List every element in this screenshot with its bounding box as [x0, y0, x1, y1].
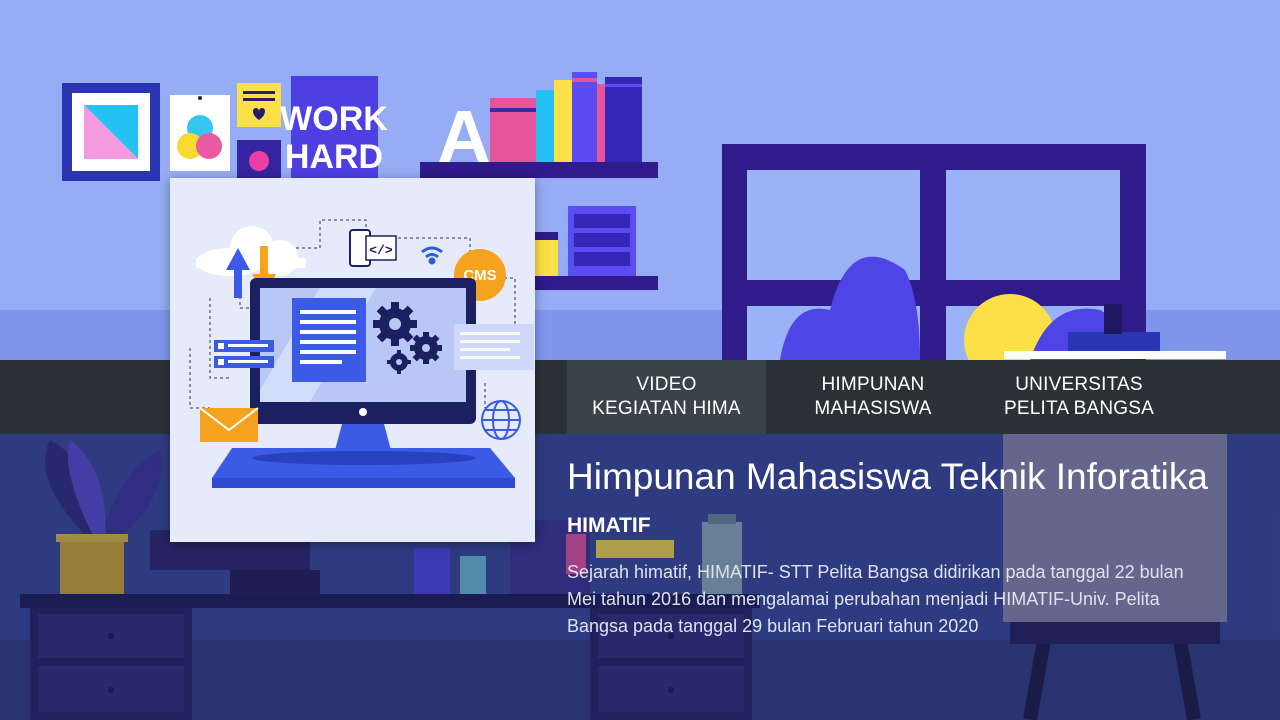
code-icon: </>	[349, 229, 397, 267]
hero-thumbnail: </> CMS	[170, 178, 535, 542]
nav-universitas-pelita-bangsa[interactable]: UNIVERSITAS PELITA BANGSA	[978, 360, 1180, 434]
svg-text:</>: </>	[369, 243, 393, 258]
dot-note	[237, 140, 281, 180]
page-description: Sejarah himatif, HIMATIF- STT Pelita Ban…	[567, 562, 1184, 636]
page-title: Himpunan Mahasiswa Teknik Inforatika	[567, 456, 1208, 497]
work-hard-line2: HARD	[285, 138, 383, 176]
framed-poster	[62, 83, 160, 181]
nav-video-kegiatan-hima[interactable]: VIDEO KEGIATAN HIMA	[567, 360, 766, 434]
color-card	[170, 95, 230, 171]
page-subtitle: HIMATIF	[567, 514, 651, 537]
info-panel	[454, 324, 534, 370]
heart-note	[237, 83, 281, 127]
envelope-icon	[199, 407, 259, 442]
work-hard-poster: WORK HARD	[280, 76, 388, 180]
nav-himpunan-mahasiswa[interactable]: HIMPUNAN MAHASISWA	[772, 360, 974, 434]
keyboard-base	[212, 448, 515, 488]
work-hard-line1: WORK	[280, 100, 388, 138]
